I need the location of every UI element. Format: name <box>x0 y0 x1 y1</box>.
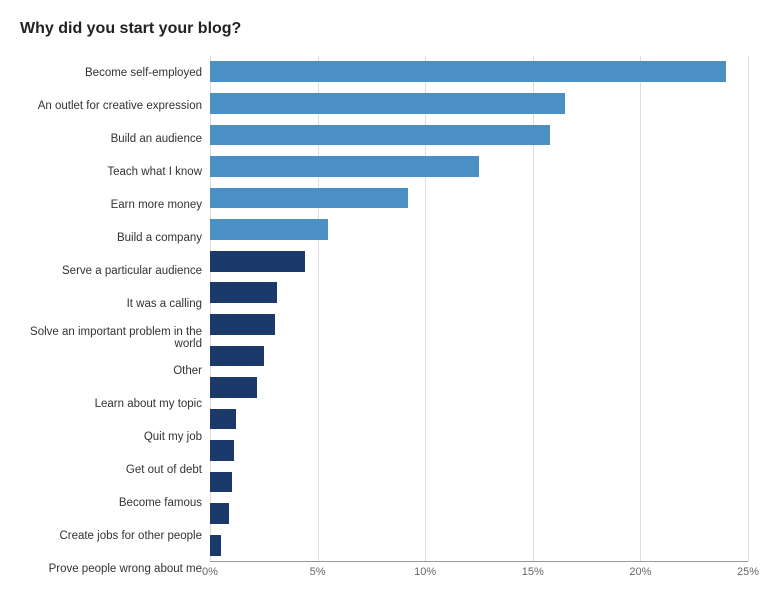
x-axis-label: 20% <box>629 566 651 578</box>
bar-label: Quit my job <box>10 431 202 443</box>
bar-label: Serve a particular audience <box>10 265 202 277</box>
bar-row <box>210 88 748 120</box>
bar-row <box>210 498 748 530</box>
bar-row <box>210 214 748 246</box>
bar-row <box>210 182 748 214</box>
bar-row <box>210 529 748 561</box>
bar <box>210 377 257 398</box>
bar <box>210 440 234 461</box>
bar-label: Get out of debt <box>10 464 202 476</box>
chart-body: Become self-employed An outlet for creati… <box>10 56 748 586</box>
label-item: Other <box>10 354 210 387</box>
bar-label: Build a company <box>10 232 202 244</box>
bar-label: Prove people wrong about me <box>10 563 202 575</box>
bar <box>210 314 275 335</box>
x-axis-label: 0% <box>202 566 218 578</box>
bar-label: It was a calling <box>10 298 202 310</box>
bar-row <box>210 151 748 183</box>
grid-line <box>748 56 749 561</box>
bar <box>210 503 229 524</box>
label-item: Become famous <box>10 487 210 520</box>
label-item: Build an audience <box>10 122 210 155</box>
bar-label: Learn about my topic <box>10 398 202 410</box>
bar-label: Become self-employed <box>10 67 202 79</box>
bar <box>210 535 221 556</box>
bar <box>210 61 726 82</box>
bar-label: Create jobs for other people <box>10 530 202 542</box>
bar <box>210 125 550 146</box>
bar-row <box>210 403 748 435</box>
x-axis-label: 15% <box>522 566 544 578</box>
bar-row <box>210 435 748 467</box>
label-item: Get out of debt <box>10 454 210 487</box>
bar-row <box>210 119 748 151</box>
bar <box>210 472 232 493</box>
bar-row <box>210 56 748 88</box>
x-axis-label: 5% <box>310 566 326 578</box>
bar <box>210 409 236 430</box>
chart-title: Why did you start your blog? <box>10 20 748 38</box>
bar-label: Teach what I know <box>10 166 202 178</box>
bar-label: Build an audience <box>10 133 202 145</box>
bar-label: An outlet for creative expression <box>10 100 202 112</box>
labels-column: Become self-employed An outlet for creati… <box>10 56 210 586</box>
label-item: Teach what I know <box>10 155 210 188</box>
chart-container: Why did you start your blog? Become self… <box>0 0 768 605</box>
bar-label: Other <box>10 365 202 377</box>
label-item: Learn about my topic <box>10 387 210 420</box>
bar-row <box>210 340 748 372</box>
bar <box>210 282 277 303</box>
label-item: An outlet for creative expression <box>10 89 210 122</box>
label-item: Prove people wrong about me <box>10 553 210 586</box>
label-item: Serve a particular audience <box>10 255 210 288</box>
bar <box>210 93 565 114</box>
bar <box>210 251 305 272</box>
label-item: It was a calling <box>10 288 210 321</box>
bar-row <box>210 372 748 404</box>
label-item: Build a company <box>10 222 210 255</box>
label-item: Become self-employed <box>10 56 210 89</box>
bar-label: Earn more money <box>10 199 202 211</box>
bar <box>210 188 408 209</box>
bar-label: Become famous <box>10 497 202 509</box>
x-axis-label: 25% <box>737 566 759 578</box>
label-item: Create jobs for other people <box>10 520 210 553</box>
bar <box>210 219 328 240</box>
bars-inner <box>210 56 748 562</box>
label-item: Quit my job <box>10 420 210 453</box>
bar-row <box>210 277 748 309</box>
bar-row <box>210 309 748 341</box>
bar <box>210 156 479 177</box>
bar-row <box>210 245 748 277</box>
x-axis: 0%5%10%15%20%25% <box>210 562 748 586</box>
bar-row <box>210 466 748 498</box>
bars-area: 0%5%10%15%20%25% <box>210 56 748 586</box>
label-item: Earn more money <box>10 189 210 222</box>
x-axis-label: 10% <box>414 566 436 578</box>
bar <box>210 346 264 367</box>
bar-label: Solve an important problem in the world <box>10 326 202 350</box>
label-item: Solve an important problem in the world <box>10 321 210 354</box>
